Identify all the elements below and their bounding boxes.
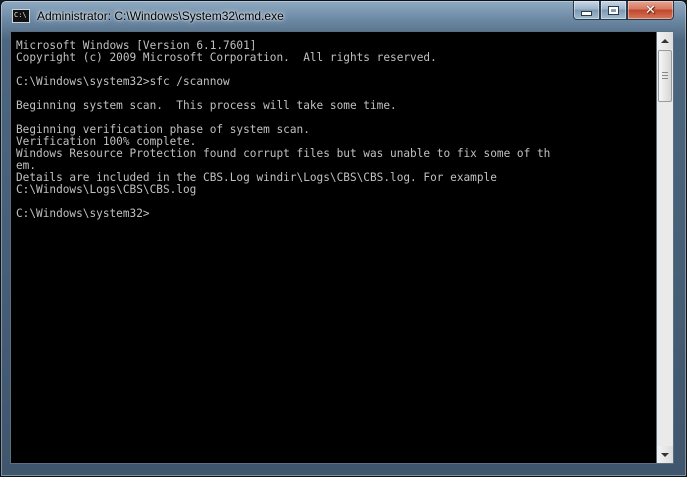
console-line: C:\Windows\system32> xyxy=(16,207,150,220)
console-line: C:\Windows\system32>sfc /scannow xyxy=(16,75,230,88)
cmd-icon[interactable]: C:\ xyxy=(12,9,30,23)
console-output[interactable]: Microsoft Windows [Version 6.1.7601] Copy… xyxy=(10,31,657,464)
minimize-button[interactable] xyxy=(573,1,600,20)
title-bar[interactable]: C:\ Administrator: C:\Windows\System32\c… xyxy=(1,1,686,31)
maximize-icon xyxy=(608,5,619,15)
thumb-grip-line xyxy=(662,78,668,79)
console-line: Beginning system scan. This process will… xyxy=(16,99,397,112)
caption-buttons: ✕ xyxy=(573,1,674,21)
console-text: Microsoft Windows [Version 6.1.7601] Copy… xyxy=(16,40,550,220)
cmd-window[interactable]: C:\ Administrator: C:\Windows\System32\c… xyxy=(0,0,687,477)
thumb-grip-line xyxy=(662,75,668,76)
close-icon: ✕ xyxy=(645,2,656,18)
thumb-grip-line xyxy=(662,72,668,73)
scroll-down-arrow-icon xyxy=(661,452,669,457)
console-line: Windows Resource Protection found corrup… xyxy=(16,147,551,160)
maximize-button[interactable] xyxy=(600,1,627,20)
scroll-thumb[interactable] xyxy=(658,50,672,102)
window-title: Administrator: C:\Windows\System32\cmd.e… xyxy=(37,9,284,23)
minimize-icon xyxy=(581,11,592,16)
scroll-down-button[interactable] xyxy=(657,446,673,463)
console-line: C:\Windows\Logs\CBS\CBS.log xyxy=(16,183,197,196)
console-line: Copyright (c) 2009 Microsoft Corporation… xyxy=(16,51,437,64)
close-button[interactable]: ✕ xyxy=(627,1,674,20)
scroll-up-button[interactable] xyxy=(657,32,673,49)
scroll-up-arrow-icon xyxy=(661,38,669,43)
vertical-scrollbar[interactable] xyxy=(657,31,674,464)
